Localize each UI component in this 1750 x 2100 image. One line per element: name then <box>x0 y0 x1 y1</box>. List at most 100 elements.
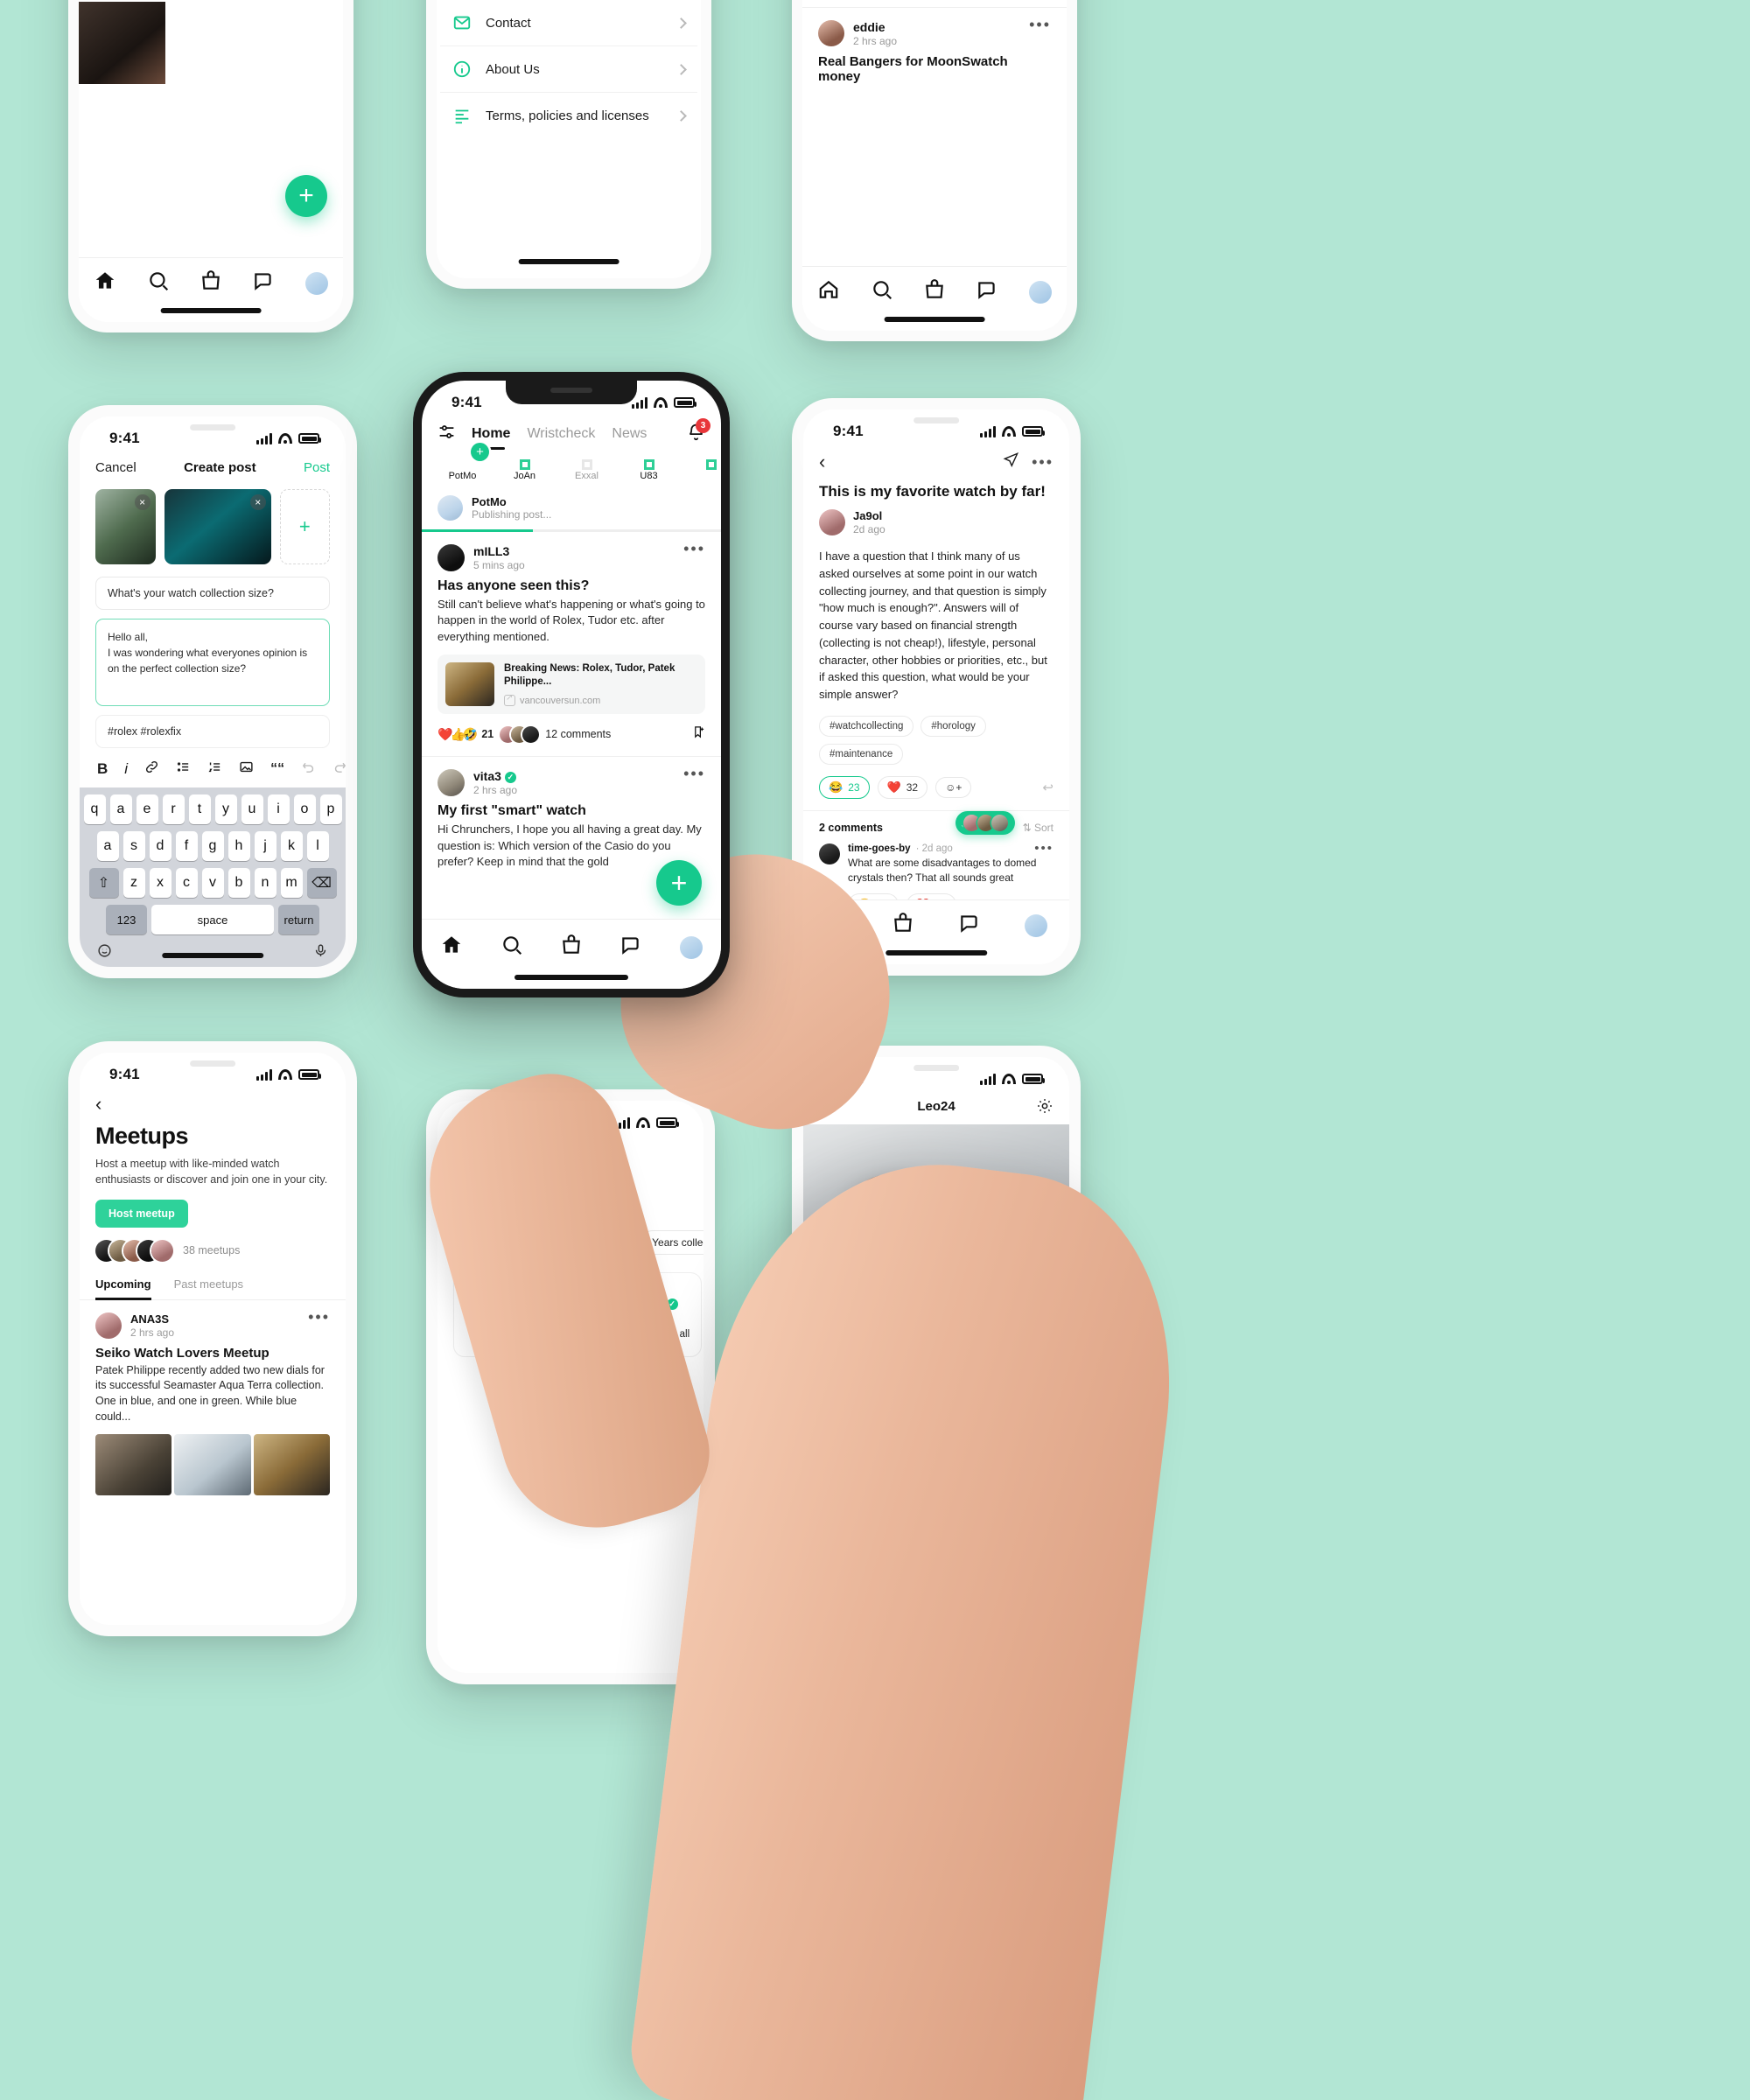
settings-item-contact[interactable]: Contact <box>440 0 697 46</box>
key[interactable]: j <box>254 831 276 861</box>
tag[interactable]: #maintenance <box>819 743 904 765</box>
key[interactable]: a <box>109 794 132 824</box>
avatar[interactable] <box>438 544 465 571</box>
home-icon[interactable] <box>94 270 116 297</box>
meetup-author[interactable]: ANA3S <box>130 1312 174 1326</box>
cancel-button[interactable]: Cancel <box>95 460 136 475</box>
image-icon[interactable] <box>239 760 254 779</box>
italic-icon[interactable]: i <box>124 760 128 778</box>
key[interactable]: b <box>228 868 250 898</box>
reaction-pill-heart[interactable]: ❤️ 32 <box>877 775 928 799</box>
filter-years-collecting[interactable]: Years collecti... <box>640 1230 704 1255</box>
space-key[interactable]: space <box>151 905 274 934</box>
chevron-left-icon[interactable]: ‹ <box>819 452 825 472</box>
story-item[interactable]: U83 <box>624 465 674 481</box>
tag[interactable]: #watchcollecting <box>819 715 914 737</box>
numbered-list-icon[interactable] <box>207 760 222 779</box>
avatar[interactable] <box>95 1312 122 1339</box>
chat-icon[interactable] <box>958 912 981 939</box>
tab-home[interactable]: Home <box>472 426 510 450</box>
key[interactable]: m <box>280 868 303 898</box>
avatar[interactable] <box>819 843 840 864</box>
filter-location[interactable]: Location <box>453 1230 545 1255</box>
photo-tile[interactable] <box>174 1433 251 1495</box>
shop-icon[interactable] <box>200 270 222 297</box>
key[interactable]: x <box>149 868 172 898</box>
post-title-input[interactable]: What's your watch collection size? <box>95 577 330 610</box>
notifications-button[interactable]: 3 <box>687 418 710 445</box>
chevron-left-icon[interactable]: ‹ <box>453 1143 459 1162</box>
tab-news[interactable]: News <box>612 426 647 442</box>
key[interactable]: r <box>162 794 185 824</box>
edit-profile-button[interactable]: Edit profile <box>819 1322 1054 1354</box>
story-item[interactable]: Exxal <box>562 465 612 481</box>
chat-icon[interactable] <box>620 934 642 961</box>
post-author[interactable]: Ja9ol <box>853 509 886 522</box>
home-icon[interactable] <box>440 934 463 961</box>
story-item[interactable]: JoAn <box>500 465 550 481</box>
link-preview-card[interactable]: Breaking News: Rolex, Tudor, Patek Phili… <box>438 654 705 715</box>
backspace-key[interactable]: ⌫ <box>306 868 337 898</box>
attached-image[interactable]: × <box>95 489 156 564</box>
send-icon[interactable] <box>1003 452 1019 472</box>
chat-icon[interactable] <box>252 270 275 297</box>
post-author[interactable]: eddie <box>853 20 897 34</box>
jump-to-new-badge[interactable]: ↓ <box>955 811 1015 835</box>
search-icon[interactable] <box>825 912 848 939</box>
meetup-title[interactable]: Seiko Watch Lovers Meetup <box>80 1339 346 1361</box>
tab-wristcheck[interactable]: Wristcheck <box>527 426 595 442</box>
avatar[interactable] <box>438 769 465 797</box>
key[interactable]: p <box>319 794 342 824</box>
reply-icon[interactable]: ↩ <box>1042 780 1054 795</box>
numbers-key[interactable]: 123 <box>106 905 147 934</box>
remove-image-icon[interactable]: × <box>249 494 266 510</box>
more-icon[interactable]: ••• <box>1029 17 1051 32</box>
add-image-button[interactable]: + <box>279 489 330 564</box>
tag[interactable]: #horology <box>920 715 986 737</box>
bullet-list-icon[interactable] <box>176 760 191 779</box>
settings-item-about-us[interactable]: About Us <box>440 46 697 93</box>
profile-avatar[interactable] <box>304 271 328 295</box>
post-button[interactable]: Post <box>304 460 330 475</box>
tab-past-meetups[interactable]: Past meetups <box>174 1278 244 1299</box>
post-tags-input[interactable]: #rolex #rolexfix <box>95 715 330 748</box>
story-item[interactable] <box>686 465 721 481</box>
home-icon[interactable] <box>817 278 840 305</box>
person-card[interactable]: artistically ✓ Maryland I've loved watche… <box>583 1272 702 1357</box>
comment-count[interactable]: 12 comments <box>545 728 611 740</box>
post-title[interactable]: Real Bangers for MoonSwatch money <box>802 47 1067 84</box>
close-icon[interactable]: ✕ <box>1019 1270 1058 1309</box>
key[interactable]: a <box>96 831 119 861</box>
key[interactable]: v <box>201 868 224 898</box>
shop-icon[interactable] <box>892 912 914 939</box>
create-post-fab[interactable]: + <box>285 175 327 217</box>
profile-avatar[interactable] <box>1028 280 1052 304</box>
bookmark-icon[interactable] <box>692 724 705 744</box>
key[interactable]: z <box>122 868 145 898</box>
key[interactable]: n <box>254 868 276 898</box>
bold-icon[interactable]: B <box>97 760 108 778</box>
post-author[interactable]: vita3 ✓ <box>473 769 517 783</box>
key[interactable]: f <box>175 831 198 861</box>
more-icon[interactable]: ••• <box>1032 454 1054 470</box>
key[interactable]: l <box>306 831 329 861</box>
post-title[interactable]: My first "smart" watch <box>422 796 721 819</box>
add-story-icon[interactable]: + <box>471 443 489 461</box>
more-icon[interactable]: ••• <box>308 1309 330 1325</box>
profile-avatar[interactable] <box>679 935 703 959</box>
settings-item-terms[interactable]: Terms, policies and licenses <box>440 93 697 138</box>
key[interactable]: q <box>83 794 106 824</box>
story-item[interactable]: + PotMo <box>438 443 489 481</box>
key[interactable]: e <box>136 794 158 824</box>
key[interactable]: h <box>228 831 250 861</box>
post-author[interactable]: mILL3 <box>473 544 525 558</box>
photo-tile[interactable] <box>253 1433 330 1495</box>
key[interactable]: g <box>201 831 224 861</box>
tab-upcoming[interactable]: Upcoming <box>95 1278 151 1300</box>
gear-icon[interactable] <box>1036 1097 1054 1119</box>
reaction-emojis[interactable]: ❤️ 👍 🤣 <box>438 727 478 742</box>
chat-icon[interactable] <box>976 278 998 305</box>
more-icon[interactable]: ••• <box>1034 842 1054 855</box>
key[interactable]: k <box>280 831 303 861</box>
microphone-icon[interactable] <box>313 943 328 962</box>
